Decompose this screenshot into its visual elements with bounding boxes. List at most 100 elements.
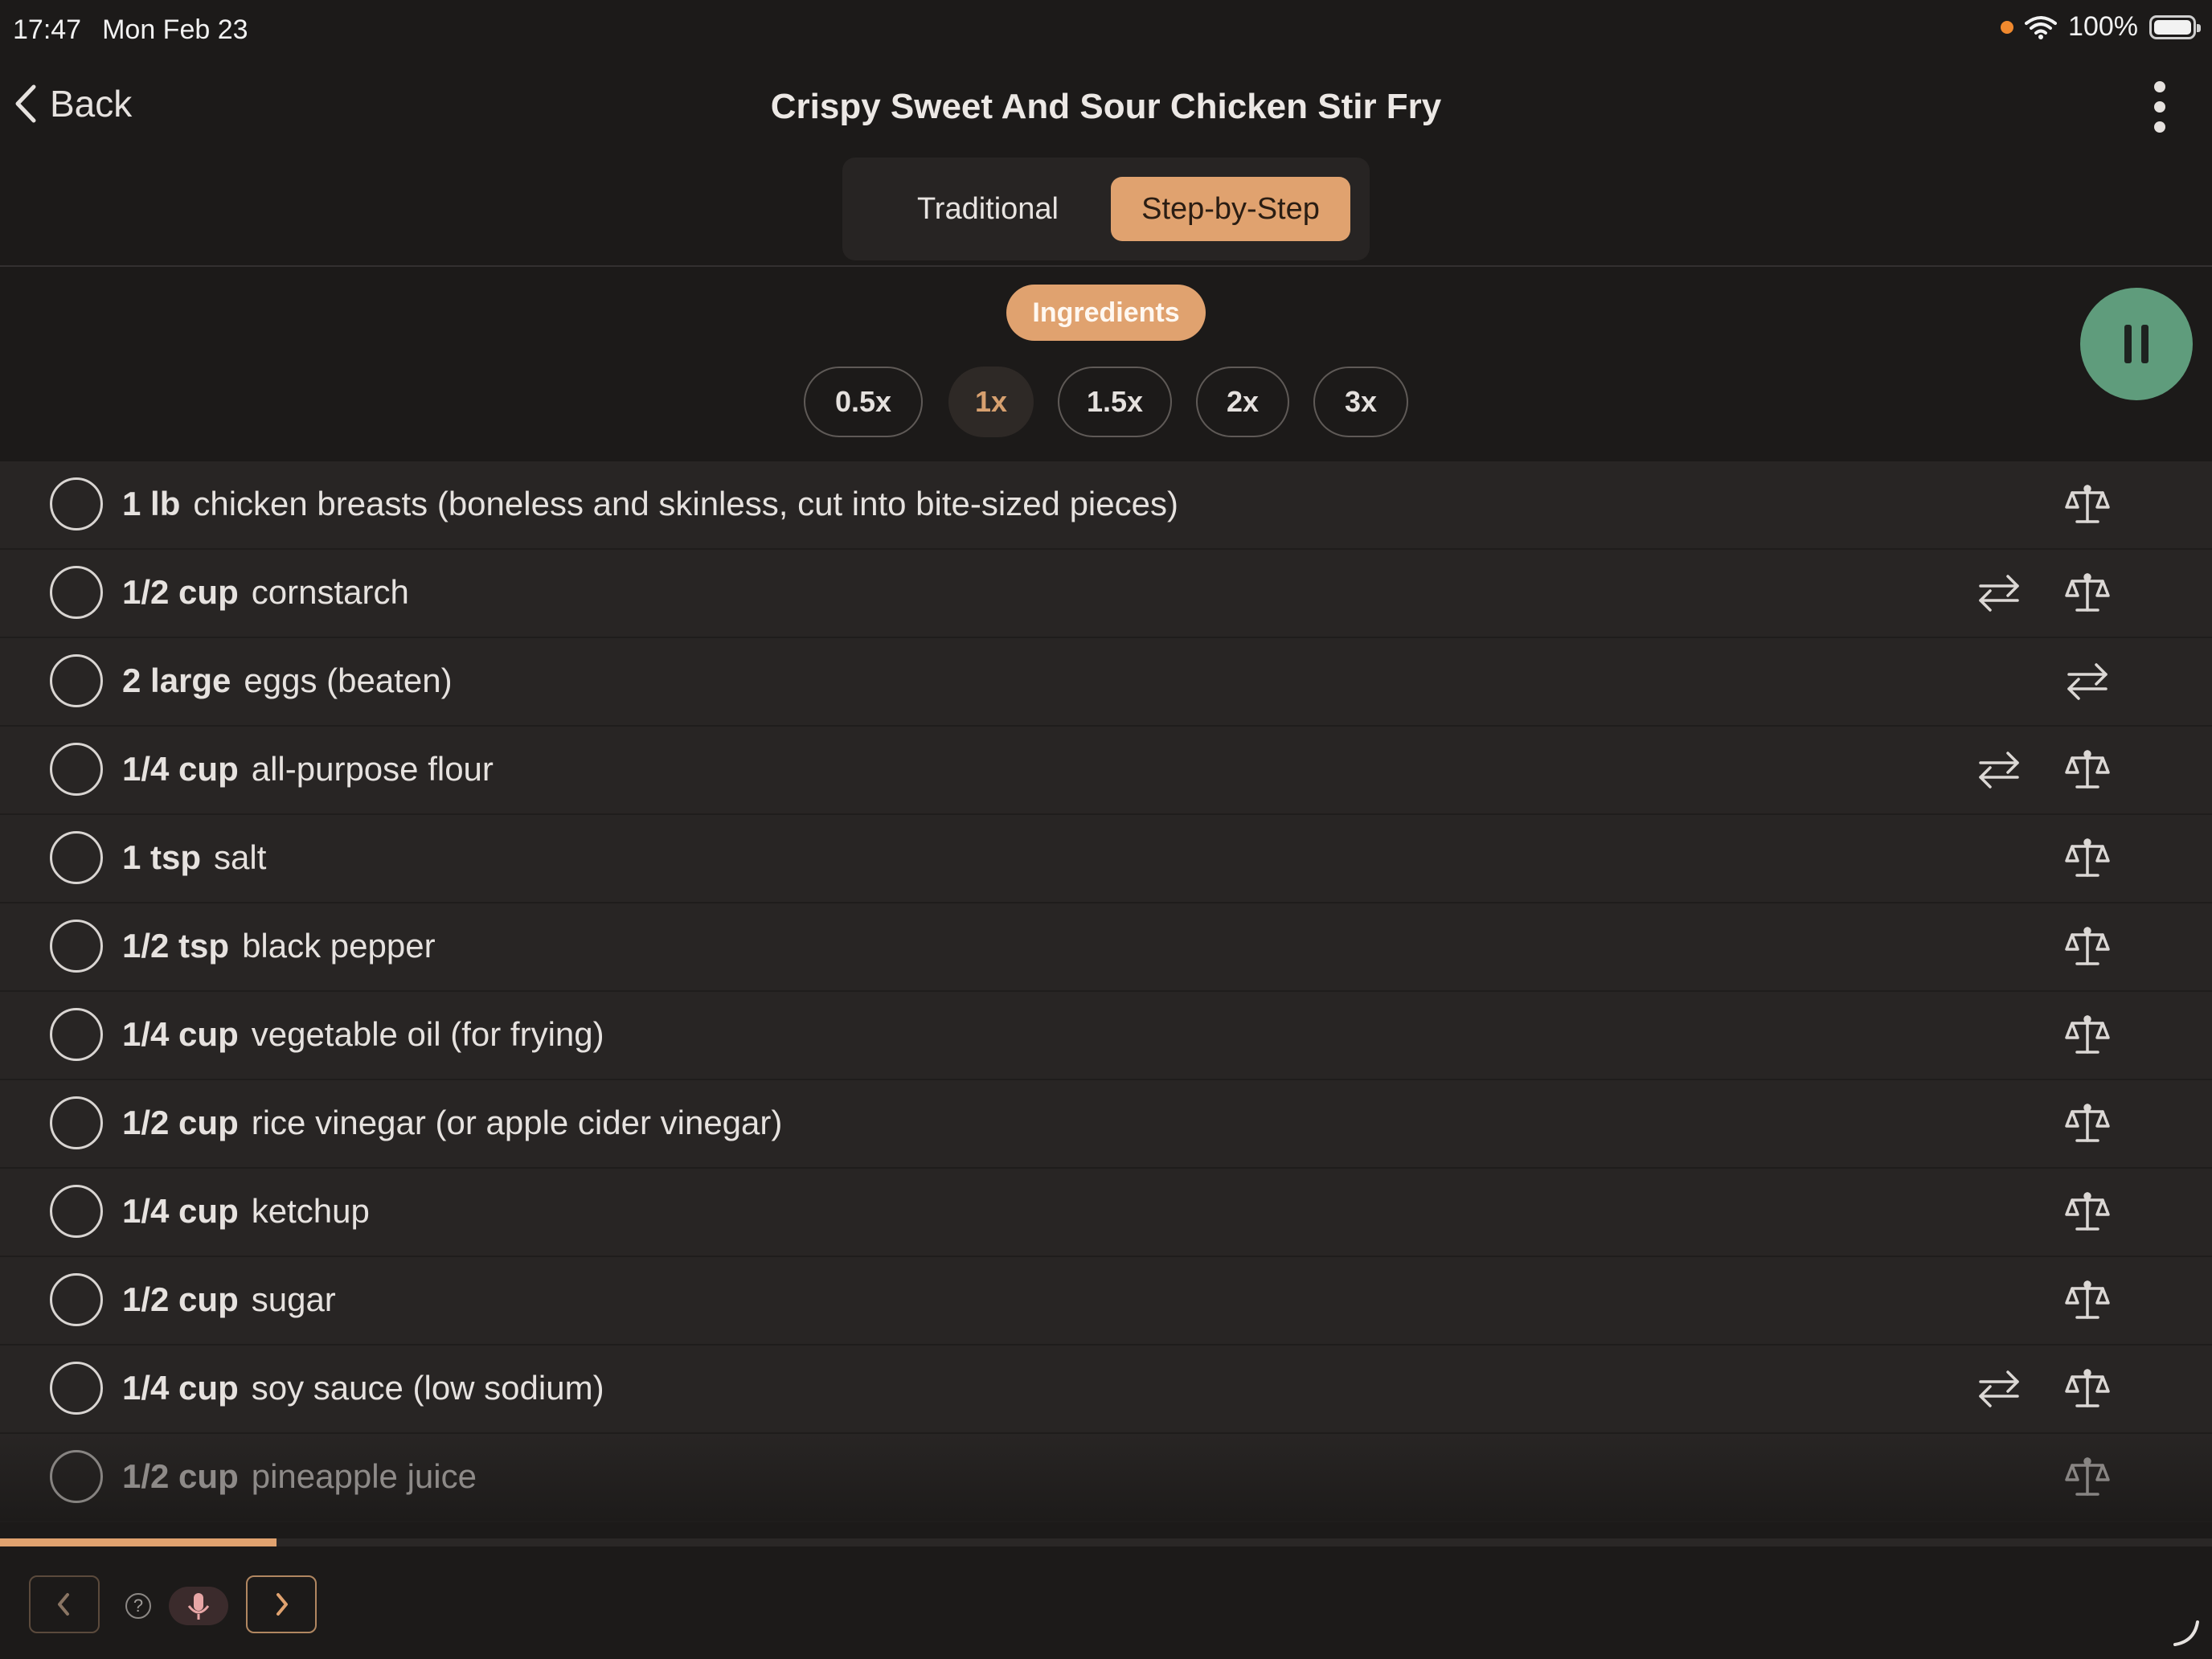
pause-button[interactable] [2080,288,2193,400]
ingredient-name: rice vinegar (or apple cider vinegar) [251,1104,783,1141]
ingredient-row[interactable]: 1 lb chicken breasts (boneless and skinle… [0,461,2212,550]
ingredient-quantity: 1/2 tsp [122,927,230,965]
ingredient-text: 1/2 cup sugar [122,1280,336,1319]
ingredient-name: cornstarch [251,573,409,611]
ingredient-name: black pepper [242,927,436,965]
recipe-title: Crispy Sweet And Sour Chicken Stir Fry [770,87,1442,126]
ingredients-badge[interactable]: Ingredients [1006,285,1206,341]
ingredient-quantity: 1/4 cup [122,750,239,788]
ingredient-text: 1/4 cup all-purpose flour [122,750,494,789]
ingredient-name: chicken breasts (boneless and skinless, … [193,485,1178,522]
ingredient-name: vegetable oil (for frying) [251,1015,604,1053]
ingredient-row[interactable]: 1/2 cup cornstarch [0,550,2212,638]
scale-icon[interactable] [2064,481,2111,528]
status-time: 17:47 Mon Feb 23 [13,14,248,45]
ingredient-row[interactable]: 1 tsp salt [0,815,2212,903]
ingredient-quantity: 1/2 cup [122,1104,239,1141]
status-indicators: 100% [2001,11,2201,43]
swap-icon[interactable] [1976,747,2022,793]
ingredient-row[interactable]: 1/4 cup soy sauce (low sodium) [0,1346,2212,1434]
ingredient-checkbox[interactable] [50,477,103,530]
ingredient-checkbox[interactable] [50,1273,103,1326]
progress-bar [0,1538,2212,1546]
swap-icon[interactable] [1976,570,2022,616]
ingredient-row[interactable]: 1/2 tsp black pepper [0,903,2212,992]
ingredient-text: 1/2 cup rice vinegar (or apple cider vine… [122,1104,782,1142]
ingredient-row[interactable]: 1/2 cup rice vinegar (or apple cider vine… [0,1080,2212,1169]
ingredient-quantity: 1/2 cup [122,573,239,611]
ingredient-text: 1/2 cup cornstarch [122,573,409,612]
ingredient-quantity: 1/2 cup [122,1280,239,1318]
header-divider [0,265,2212,267]
ingredient-name: sugar [251,1280,336,1318]
ingredient-checkbox[interactable] [50,920,103,973]
scale-icon[interactable] [2064,1012,2111,1059]
ingredient-checkbox[interactable] [50,1450,103,1503]
ingredient-checkbox[interactable] [50,831,103,884]
chevron-left-icon [58,1593,69,1616]
scale-1x-button[interactable]: 1x [948,367,1034,437]
previous-step-button[interactable] [29,1575,100,1633]
privacy-dot-icon [2001,20,2014,34]
ingredient-list: 1 lb chicken breasts (boneless and skinle… [0,461,2212,1522]
tab-step-by-step[interactable]: Step-by-Step [1111,177,1350,241]
ingredient-quantity: 1/2 cup [122,1457,239,1495]
ingredient-text: 1/4 cup ketchup [122,1192,370,1231]
ingredient-name: eggs (beaten) [244,662,453,699]
ingredient-checkbox[interactable] [50,1096,103,1149]
ingredient-checkbox[interactable] [50,654,103,707]
scale-icon[interactable] [2064,1100,2111,1147]
more-options-icon[interactable] [2141,79,2178,135]
ingredient-row[interactable]: 1/2 cup sugar [0,1257,2212,1346]
ingredient-row[interactable]: 1/4 cup all-purpose flour [0,727,2212,815]
scale-1-5x-button[interactable]: 1.5x [1058,367,1172,437]
ingredient-checkbox[interactable] [50,743,103,796]
scale-icon[interactable] [2064,1277,2111,1324]
scale-3x-button[interactable]: 3x [1313,367,1408,437]
ingredient-row[interactable]: 2 large eggs (beaten) [0,638,2212,727]
microphone-icon [187,1593,210,1620]
resize-handle-icon [2173,1620,2199,1646]
swap-icon[interactable] [1976,1366,2022,1412]
ingredient-checkbox[interactable] [50,1362,103,1415]
ingredient-quantity: 1/4 cup [122,1192,239,1230]
chevron-right-icon [276,1593,288,1616]
ingredient-quantity: 2 large [122,662,231,699]
scale-icon[interactable] [2064,1366,2111,1412]
ingredient-quantity: 1 tsp [122,838,202,876]
scale-icon[interactable] [2064,924,2111,970]
ingredient-text: 1/4 cup soy sauce (low sodium) [122,1369,604,1407]
next-step-button[interactable] [246,1575,317,1633]
scale-0-5x-button[interactable]: 0.5x [804,367,923,437]
status-bar: 17:47 Mon Feb 23 100% [0,0,2212,64]
battery-percent: 100% [2068,11,2138,42]
ingredient-quantity: 1/4 cup [122,1015,239,1053]
scale-2x-button[interactable]: 2x [1196,367,1289,437]
scale-icon[interactable] [2064,747,2111,793]
ingredient-name: ketchup [251,1192,370,1230]
tab-traditional[interactable]: Traditional [886,177,1090,241]
scale-icon[interactable] [2064,835,2111,882]
swap-icon[interactable] [2064,658,2111,705]
scale-icon[interactable] [2064,570,2111,616]
ingredient-text: 1/2 tsp black pepper [122,927,436,965]
ingredient-checkbox[interactable] [50,1185,103,1238]
battery-icon [2149,14,2201,39]
ingredient-name: all-purpose flour [251,750,494,788]
ingredient-text: 2 large eggs (beaten) [122,662,453,700]
ingredient-row[interactable]: 1/4 cup vegetable oil (for frying) [0,992,2212,1080]
ingredient-row[interactable]: 1/4 cup ketchup [0,1169,2212,1257]
microphone-button[interactable] [169,1587,228,1625]
ingredient-checkbox[interactable] [50,1008,103,1061]
ingredient-name: pineapple juice [251,1457,477,1495]
ingredient-checkbox[interactable] [50,566,103,619]
ingredient-row[interactable]: 1/2 cup pineapple juice [0,1434,2212,1522]
ingredient-name: soy sauce (low sodium) [251,1369,604,1407]
view-mode-toggle: Traditional Step-by-Step [842,158,1370,260]
wifi-icon [2025,15,2058,39]
scale-icon[interactable] [2064,1454,2111,1501]
ingredient-name: salt [214,838,267,876]
scale-icon[interactable] [2064,1189,2111,1235]
ingredient-quantity: 1 lb [122,485,181,522]
help-icon[interactable]: ? [125,1593,151,1619]
